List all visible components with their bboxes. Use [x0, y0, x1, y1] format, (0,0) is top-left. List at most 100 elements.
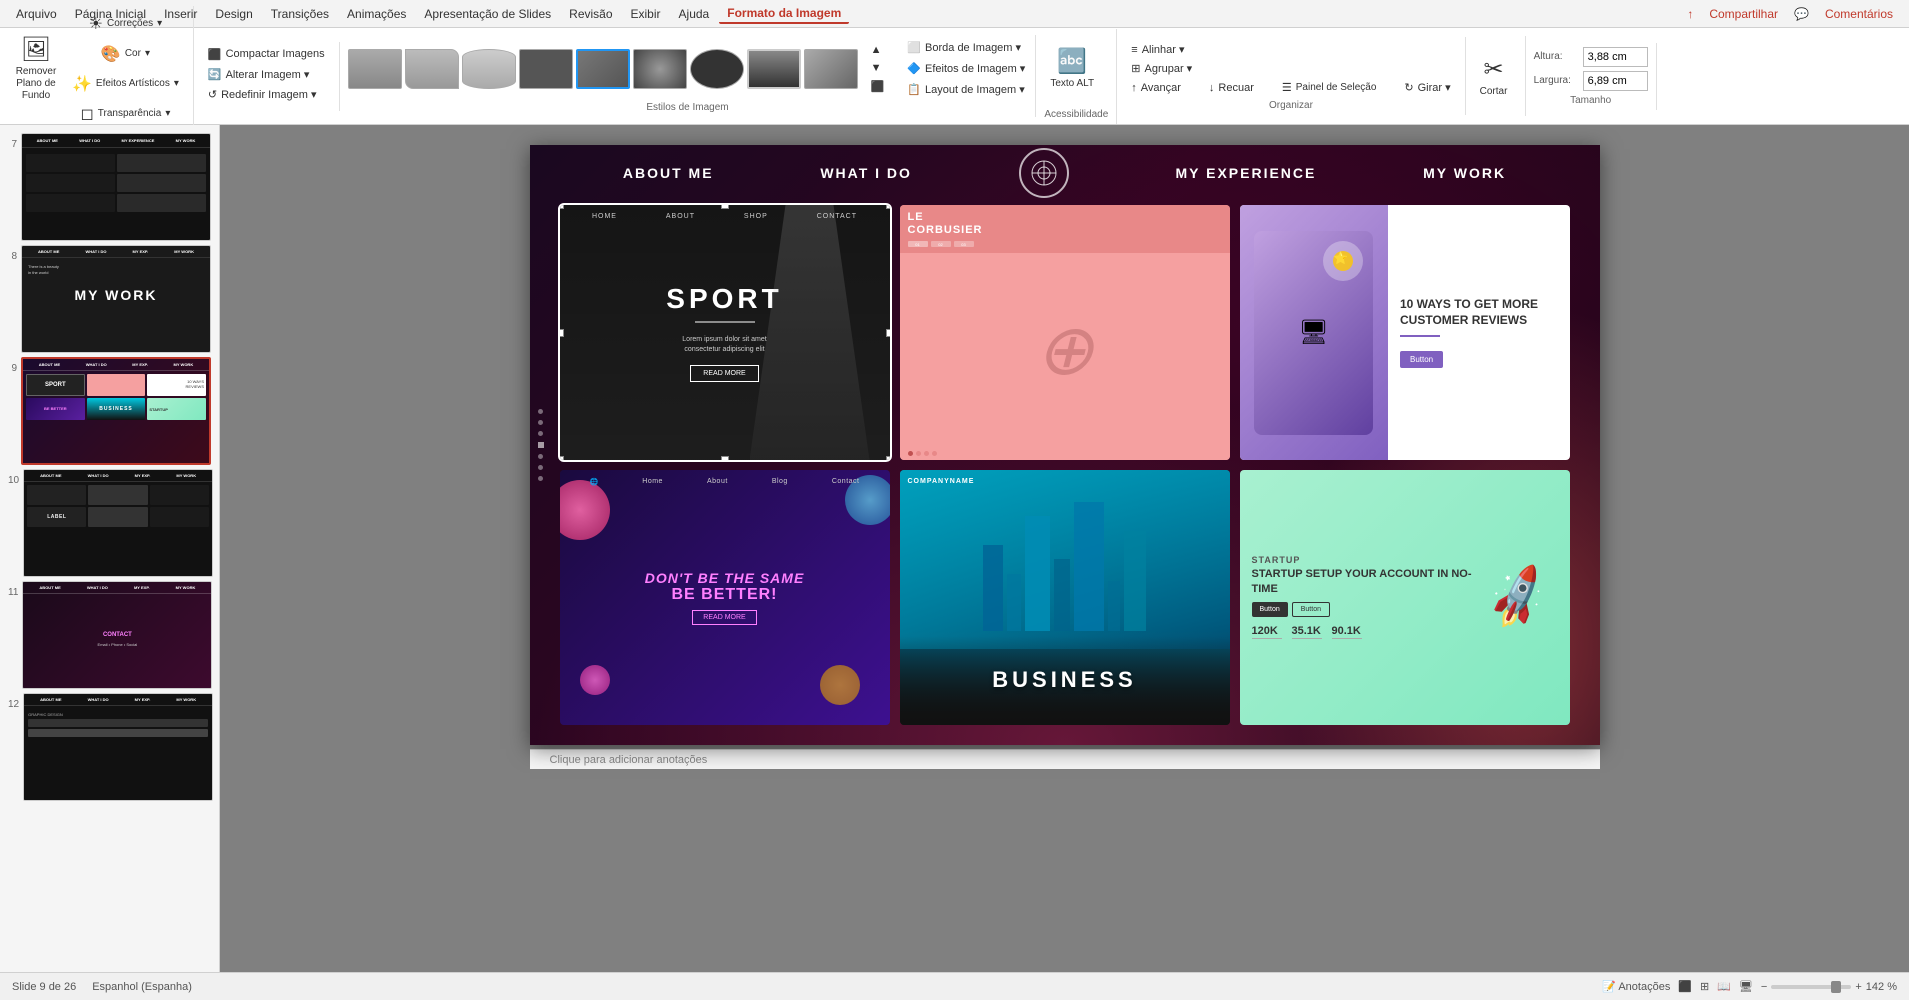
- view-grid-icon[interactable]: ⊞: [1700, 980, 1709, 993]
- img-style-3[interactable]: [462, 49, 516, 89]
- zoom-minus-btn[interactable]: −: [1761, 981, 1767, 993]
- transparencia-btn[interactable]: ◻ Transparência ▾: [66, 100, 185, 128]
- girar-btn[interactable]: ↻ Girar ▾: [1398, 79, 1456, 96]
- texto-alt-btn[interactable]: 🔤 Texto ALT: [1044, 33, 1100, 105]
- view-presenter-icon[interactable]: 🖥: [1739, 980, 1753, 993]
- largura-input[interactable]: [1583, 71, 1648, 91]
- card-business[interactable]: BUSINESS COMPANYNAME: [900, 470, 1230, 725]
- handle-tl[interactable]: [560, 205, 564, 209]
- borda-imagem-btn[interactable]: ⬜ Borda de Imagem ▾: [901, 39, 1031, 56]
- zoom-slider[interactable]: [1771, 985, 1851, 989]
- card-reviews[interactable]: ⭐ 🖥 10 WAYS TO GET MORE CUSTOMER REVIEWS…: [1240, 205, 1570, 460]
- slide-thumb-12[interactable]: 12 ABOUT ME WHAT I DO MY EXP. MY WORK: [8, 693, 211, 801]
- handle-tr[interactable]: [886, 205, 890, 209]
- notes-bar[interactable]: Clique para adicionar anotações: [530, 749, 1600, 769]
- planet-3: [820, 665, 860, 705]
- img-style-6[interactable]: [633, 49, 687, 89]
- slide-thumb-9[interactable]: 9 ABOUT ME WHAT I DO MY EXP. MY WORK: [8, 357, 211, 465]
- handle-mr[interactable]: [886, 329, 890, 337]
- slide-thumb-10[interactable]: 10 ABOUT ME WHAT I DO MY EXP. MY WORK: [8, 469, 211, 577]
- recuar-btn[interactable]: ↓ Recuar: [1203, 79, 1260, 96]
- img-style-5[interactable]: [576, 49, 630, 89]
- img-style-9[interactable]: [804, 49, 858, 89]
- space-btn[interactable]: READ MORE: [692, 610, 756, 625]
- img-style-7[interactable]: [690, 49, 744, 89]
- handle-bl[interactable]: [560, 456, 564, 460]
- left-dot-1: [538, 409, 543, 414]
- startup-btn2[interactable]: Button: [1292, 602, 1330, 617]
- reviews-btn[interactable]: Button: [1400, 351, 1443, 368]
- handle-bc[interactable]: [721, 456, 729, 460]
- layout-imagem-btn[interactable]: 📋 Layout de Imagem ▾: [901, 81, 1031, 98]
- painel-selecao-btn[interactable]: ☰ Painel de Seleção: [1276, 79, 1383, 96]
- menu-ajuda[interactable]: Ajuda: [671, 5, 718, 23]
- efeitos-imagem-btn[interactable]: 🔷 Efeitos de Imagem ▾: [901, 60, 1031, 77]
- card-startup[interactable]: STARTUP STARTUP SETUP YOUR ACCOUNT IN NO…: [1240, 470, 1570, 725]
- slide-thumb-11[interactable]: 11 ABOUT ME WHAT I DO MY EXP. MY WORK CO…: [8, 581, 211, 689]
- status-right: 📝 Anotações ⬛ ⊞ 📖 🖥 − + 142 %: [1602, 980, 1897, 993]
- compactar-imagens-btn[interactable]: ⬛ Compactar Imagens: [202, 46, 331, 63]
- compartilhar-btn[interactable]: Compartilhar: [1701, 5, 1786, 23]
- nav-my-experience[interactable]: MY EXPERIENCE: [1175, 165, 1316, 181]
- startup-btn1[interactable]: Button: [1252, 602, 1288, 617]
- cor-chevron: ▾: [145, 48, 150, 59]
- avancar-btn[interactable]: ↑ Avançar: [1125, 79, 1187, 96]
- efeitos-btn[interactable]: ✨ Efeitos Artísticos ▾: [66, 70, 185, 98]
- stat-3: 90.1K: [1332, 625, 1362, 640]
- styles-down-btn[interactable]: ▼: [865, 60, 891, 76]
- menu-design[interactable]: Design: [207, 5, 260, 23]
- redefinir-icon: ↺: [208, 88, 217, 101]
- main-area: 7 ABOUT ME WHAT I DO MY EXPERIENCE MY WO…: [0, 125, 1909, 981]
- styles-more-btn[interactable]: ⬛: [865, 78, 891, 95]
- menu-animacoes[interactable]: Animações: [339, 5, 414, 23]
- styles-up-btn[interactable]: ▲: [865, 42, 891, 58]
- compass-icon: ⊕: [1035, 309, 1094, 391]
- menu-formato-imagem[interactable]: Formato da Imagem: [719, 4, 849, 24]
- view-normal-icon[interactable]: ⬛: [1678, 980, 1692, 993]
- agrupar-btn[interactable]: ⊞ Agrupar ▾: [1125, 60, 1198, 77]
- image-styles-gallery: [344, 43, 862, 95]
- slide-thumb-7[interactable]: 7 ABOUT ME WHAT I DO MY EXPERIENCE MY WO…: [8, 133, 211, 241]
- ribbon-section-acessibilidade: 🔤 Texto ALT Acessibilidade: [1036, 29, 1117, 124]
- sport-read-more-btn[interactable]: READ MORE: [690, 365, 758, 382]
- handle-ml[interactable]: [560, 329, 564, 337]
- menu-revisao[interactable]: Revisão: [561, 5, 620, 23]
- img-style-8[interactable]: [747, 49, 801, 89]
- reviews-right: 10 WAYS TO GET MORE CUSTOMER REVIEWS But…: [1388, 205, 1570, 460]
- slide-thumb-8[interactable]: 8 ABOUT ME WHAT I DO MY EXP. MY WORK: [8, 245, 211, 353]
- comentarios-btn[interactable]: Comentários: [1817, 5, 1901, 23]
- view-reading-icon[interactable]: 📖: [1717, 980, 1731, 993]
- handle-tc[interactable]: [721, 205, 729, 209]
- card-space[interactable]: 🌐 Home About Blog Contact DON'T BE THE S…: [560, 470, 890, 725]
- card-lecorbusier[interactable]: LECORBUSIER 01 02 03 ⊕: [900, 205, 1230, 460]
- menu-apresentacao[interactable]: Apresentação de Slides: [416, 5, 559, 23]
- slide-list[interactable]: 7 ABOUT ME WHAT I DO MY EXPERIENCE MY WO…: [4, 129, 215, 809]
- altura-input[interactable]: [1583, 47, 1648, 67]
- cor-btn[interactable]: 🎨 Cor ▾: [66, 40, 185, 68]
- img-style-1[interactable]: [348, 49, 402, 89]
- img-style-4[interactable]: [519, 49, 573, 89]
- slide-info: Slide 9 de 26: [12, 981, 76, 993]
- nav-my-work[interactable]: MY WORK: [1423, 165, 1506, 181]
- menu-exibir[interactable]: Exibir: [623, 5, 669, 23]
- cortar-btn[interactable]: ✂ Cortar: [1474, 40, 1514, 112]
- ribbon-section-cortar: ✂ Cortar: [1466, 36, 1526, 116]
- redefinir-imagem-btn[interactable]: ↺ Redefinir Imagem ▾: [202, 86, 323, 103]
- canvas-area[interactable]: ABOUT ME WHAT I DO MY EXPERIENCE MY WORK: [220, 125, 1909, 981]
- corbusier-body: ⊕: [900, 253, 1230, 447]
- notes-icon[interactable]: 📝 Anotações: [1602, 980, 1670, 993]
- handle-br[interactable]: [886, 456, 890, 460]
- nav-what-i-do[interactable]: WHAT I DO: [820, 165, 912, 181]
- card-sport[interactable]: ↺ HOME: [560, 205, 890, 460]
- img-style-2[interactable]: [405, 49, 459, 89]
- alterar-imagem-btn[interactable]: 🔄 Alterar Imagem ▾: [202, 66, 315, 83]
- stat-1-num: 120K: [1252, 625, 1282, 637]
- ribbon-section-image-styles: ▲ ▼ ⬛ ⬜ Borda de Imagem ▾ 🔷 Efeitos de I…: [340, 35, 1037, 117]
- correcoes-btn[interactable]: ☀ Correções ▾: [66, 10, 185, 38]
- menu-transicoes[interactable]: Transições: [263, 5, 337, 23]
- slide-num-9: 9: [8, 363, 17, 374]
- zoom-plus-btn[interactable]: +: [1855, 981, 1861, 993]
- nav-about-me[interactable]: ABOUT ME: [623, 165, 714, 181]
- alinhar-btn[interactable]: ≡ Alinhar ▾: [1125, 41, 1190, 58]
- remover-plano-btn[interactable]: 🖼 Remover Plano de Fundo: [8, 33, 64, 105]
